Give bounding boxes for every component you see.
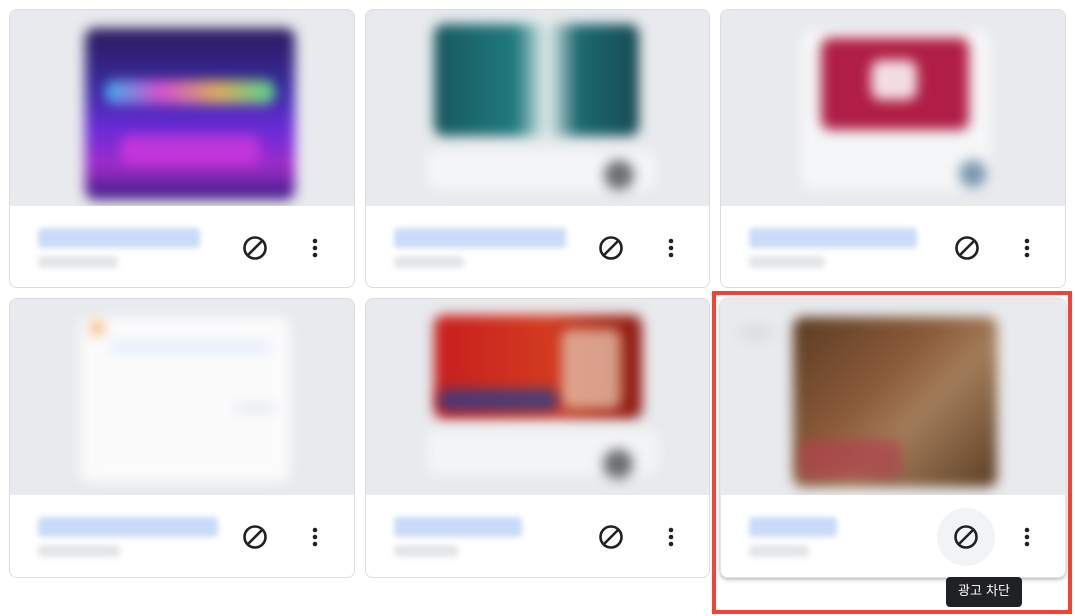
block-ad-button[interactable] <box>591 517 631 557</box>
ad-card-footer <box>366 495 709 577</box>
ad-title <box>749 517 837 537</box>
ad-thumbnail <box>721 10 1065 206</box>
block-ad-button[interactable] <box>937 508 995 566</box>
ad-title <box>38 517 218 537</box>
block-icon <box>954 525 978 549</box>
ad-card-1[interactable] <box>9 9 355 288</box>
block-ad-button[interactable] <box>235 228 275 268</box>
ad-title <box>38 228 200 248</box>
more-vert-icon <box>312 527 318 547</box>
ad-card-5[interactable] <box>365 298 710 578</box>
ad-thumbnail <box>366 10 709 206</box>
more-options-button[interactable] <box>301 517 329 557</box>
block-icon <box>599 525 623 549</box>
ad-card-3[interactable] <box>720 9 1066 288</box>
ad-thumbnail <box>10 299 354 495</box>
ad-thumbnail <box>721 299 1065 495</box>
ad-title <box>749 228 917 248</box>
more-vert-icon <box>1024 527 1030 547</box>
ad-subtitle <box>38 545 120 557</box>
block-ad-tooltip: 광고 차단 <box>946 577 1022 607</box>
ad-thumbnail <box>366 299 709 495</box>
ad-subtitle <box>38 256 118 268</box>
ad-title <box>394 228 566 248</box>
ad-card-6[interactable] <box>720 298 1066 578</box>
more-options-button[interactable] <box>1013 228 1041 268</box>
ad-card-4[interactable] <box>9 298 355 578</box>
ad-card-footer <box>721 495 1065 577</box>
more-options-button[interactable] <box>301 228 329 268</box>
block-icon <box>243 525 267 549</box>
block-icon <box>955 236 979 260</box>
block-icon <box>243 236 267 260</box>
ad-subtitle <box>394 545 458 557</box>
more-options-button[interactable] <box>657 517 685 557</box>
more-vert-icon <box>312 238 318 258</box>
block-ad-button[interactable] <box>235 517 275 557</box>
ad-subtitle <box>749 256 825 268</box>
ad-subtitle <box>394 256 464 268</box>
more-vert-icon <box>668 238 674 258</box>
block-ad-button[interactable] <box>591 228 631 268</box>
ad-card-footer <box>721 206 1065 287</box>
more-options-button[interactable] <box>1013 517 1041 557</box>
ad-card-footer <box>10 206 354 287</box>
ad-subtitle <box>749 545 809 557</box>
ad-thumbnail <box>10 10 354 206</box>
ad-card-footer <box>366 206 709 287</box>
block-icon <box>599 236 623 260</box>
more-options-button[interactable] <box>657 228 685 268</box>
more-vert-icon <box>1024 238 1030 258</box>
ad-card-2[interactable] <box>365 9 710 288</box>
block-ad-button[interactable] <box>947 228 987 268</box>
ad-title <box>394 517 522 537</box>
ad-card-footer <box>10 495 354 577</box>
more-vert-icon <box>668 527 674 547</box>
